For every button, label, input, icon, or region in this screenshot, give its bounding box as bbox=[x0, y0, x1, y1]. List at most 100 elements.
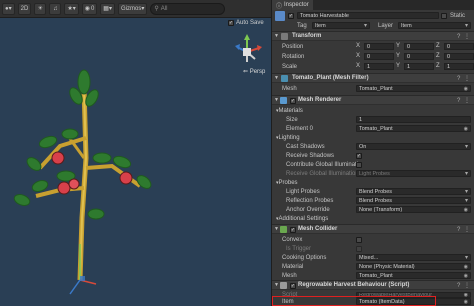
inspector-panel: ⓘ Inspector ✓ Tomato Harvestable Static T… bbox=[271, 0, 474, 306]
collapse-arrow-icon: ▼ bbox=[274, 226, 279, 232]
component-menu-icon[interactable]: ? ⋮ bbox=[457, 97, 471, 104]
mesh-filter-header[interactable]: ▼ Tomato_Plant (Mesh Filter) ? ⋮ bbox=[272, 73, 474, 83]
mesh-collider-header[interactable]: ▼ ✓ Mesh Collider ? ⋮ bbox=[272, 224, 474, 234]
audio-toggle[interactable]: ♫ bbox=[49, 2, 62, 15]
object-name-field[interactable]: Tomato Harvestable bbox=[297, 12, 439, 19]
light-probes-row: Light Probes Blend Probes bbox=[272, 187, 474, 196]
lighting-toggle[interactable]: ☀ bbox=[34, 2, 47, 15]
materials-size-field[interactable]: 1 bbox=[356, 116, 471, 123]
receive-shadows-checkbox[interactable]: ✓ bbox=[356, 152, 362, 159]
component-menu-icon[interactable]: ? ⋮ bbox=[457, 75, 471, 82]
audio-icon: ♫ bbox=[53, 5, 58, 12]
cooking-options-dropdown[interactable]: Mixed... bbox=[356, 254, 471, 261]
collapse-arrow-icon: ▼ bbox=[274, 282, 279, 288]
collider-material-row: Material None (Physic Material) bbox=[272, 262, 474, 271]
collapse-arrow-icon: ▼ bbox=[274, 75, 279, 81]
hidden-objects-toggle[interactable]: ◉ 0 bbox=[81, 2, 98, 15]
collider-mesh-field[interactable]: Tomato_Plant bbox=[356, 272, 471, 279]
collider-mesh-row: Mesh Tomato_Plant bbox=[272, 271, 474, 280]
transform-header[interactable]: ▼ Transform ? ⋮ bbox=[272, 31, 474, 41]
is-trigger-row: Is Trigger bbox=[272, 244, 474, 253]
tag-dropdown[interactable]: Item bbox=[312, 22, 370, 29]
cooking-options-row: Cooking Options Mixed... bbox=[272, 253, 474, 262]
collapse-arrow-icon: ▼ bbox=[274, 33, 279, 39]
mesh-collider-enabled-checkbox[interactable]: ✓ bbox=[290, 227, 296, 233]
contribute-gi-row: Contribute Global Illuminatio bbox=[286, 161, 362, 168]
inspector-tab-bar: ⓘ Inspector bbox=[272, 0, 474, 10]
sphere-icon: ●▾ bbox=[5, 6, 12, 12]
materials-size-row: Size 1 bbox=[272, 115, 474, 124]
materials-section[interactable]: Materials bbox=[272, 106, 474, 115]
convex-row: Convex bbox=[272, 235, 474, 244]
static-checkbox[interactable] bbox=[441, 13, 447, 19]
scene-search-input[interactable]: ⚲ All bbox=[150, 2, 226, 15]
transform-icon bbox=[281, 32, 288, 40]
mesh-renderer-icon bbox=[280, 96, 287, 104]
additional-settings-section[interactable]: Additional Settings bbox=[272, 214, 474, 223]
scale-row: Scale X1 Y1 Z1 bbox=[272, 62, 474, 71]
light-icon: ☀ bbox=[37, 6, 43, 12]
eye-icon: ◉ bbox=[84, 6, 90, 12]
probes-section[interactable]: Probes bbox=[272, 178, 474, 187]
rotation-z-field[interactable]: 0 bbox=[444, 53, 474, 60]
mesh-collider-icon bbox=[280, 225, 287, 233]
rotation-x-field[interactable]: 0 bbox=[364, 53, 394, 60]
element-0-row: Element 0 Tomato_Plant bbox=[272, 124, 474, 133]
position-y-field[interactable]: 0 bbox=[404, 43, 434, 50]
contribute-gi-checkbox[interactable] bbox=[356, 161, 362, 168]
scale-x-field[interactable]: 1 bbox=[364, 63, 394, 70]
grid-toggle[interactable]: ▦▾ bbox=[100, 2, 115, 15]
lighting-section[interactable]: Lighting bbox=[272, 133, 474, 142]
shading-mode-button[interactable]: ●▾ bbox=[2, 2, 15, 15]
item-highlight-box bbox=[272, 296, 436, 306]
anchor-override-row: Anchor Override None (Transform) bbox=[272, 205, 474, 214]
position-x-field[interactable]: 0 bbox=[364, 43, 394, 50]
object-active-checkbox[interactable]: ✓ bbox=[288, 13, 294, 19]
scene-view[interactable]: ●▾ 2D ☀ ♫ ★▾ ◉ 0 ▦▾ Gizmos ▾ ⚲ All ✓ Auto S… bbox=[0, 0, 271, 306]
info-icon: ⓘ bbox=[276, 3, 283, 10]
mesh-renderer-header[interactable]: ▼ ✓ Mesh Renderer ? ⋮ bbox=[272, 95, 474, 105]
mesh-filter-mesh-field[interactable]: Tomato_Plant bbox=[356, 85, 471, 92]
element-0-field[interactable]: Tomato_Plant bbox=[356, 125, 471, 132]
effects-icon: ★▾ bbox=[67, 6, 76, 12]
effects-toggle[interactable]: ★▾ bbox=[64, 2, 79, 15]
receive-gi-row: Receive Global Illumination Light Probes bbox=[272, 169, 474, 178]
tomato-plant-model[interactable] bbox=[0, 18, 271, 306]
scale-y-field[interactable]: 1 bbox=[404, 63, 434, 70]
convex-checkbox[interactable] bbox=[356, 236, 362, 243]
receive-gi-dropdown: Light Probes bbox=[356, 170, 471, 177]
component-menu-icon[interactable]: ? ⋮ bbox=[457, 226, 471, 233]
mode-2d-button[interactable]: 2D bbox=[17, 2, 32, 15]
mesh-filter-mesh-row: Mesh Tomato_Plant bbox=[272, 84, 474, 93]
reflection-probes-dropdown[interactable]: Blend Probes bbox=[356, 197, 471, 204]
cast-shadows-dropdown[interactable]: On bbox=[356, 143, 471, 150]
component-menu-icon[interactable]: ? ⋮ bbox=[457, 282, 471, 289]
rotation-y-field[interactable]: 0 bbox=[404, 53, 434, 60]
search-icon: ⚲ bbox=[154, 6, 159, 12]
script-enabled-checkbox[interactable]: ✓ bbox=[290, 283, 296, 289]
light-probes-dropdown[interactable]: Blend Probes bbox=[356, 188, 471, 195]
is-trigger-checkbox bbox=[356, 245, 362, 252]
anchor-override-field[interactable]: None (Transform) bbox=[356, 206, 471, 213]
scene-toolbar: ●▾ 2D ☀ ♫ ★▾ ◉ 0 ▦▾ Gizmos ▾ ⚲ All bbox=[0, 0, 271, 18]
collider-material-field[interactable]: None (Physic Material) bbox=[356, 263, 471, 270]
cast-shadows-row: Cast Shadows On bbox=[272, 142, 474, 151]
layer-dropdown[interactable]: Item bbox=[398, 22, 471, 29]
reflection-probes-row: Reflection Probes Blend Probes bbox=[272, 196, 474, 205]
position-z-field[interactable]: 0 bbox=[444, 43, 474, 50]
script-icon bbox=[280, 281, 287, 289]
receive-shadows-row: Receive Shadows ✓ bbox=[286, 152, 362, 159]
tag-layer-row: Tag Item Layer Item bbox=[272, 21, 474, 30]
mesh-renderer-enabled-checkbox[interactable]: ✓ bbox=[290, 98, 296, 104]
object-header: ✓ Tomato Harvestable Static bbox=[272, 11, 474, 21]
collapse-arrow-icon: ▼ bbox=[274, 97, 279, 103]
tab-inspector[interactable]: ⓘ Inspector bbox=[272, 0, 313, 10]
mesh-filter-icon bbox=[281, 74, 288, 82]
scale-z-field[interactable]: 1 bbox=[444, 63, 474, 70]
cube-icon bbox=[275, 11, 285, 21]
grid-icon: ▦▾ bbox=[103, 6, 112, 12]
position-row: Position X0 Y0 Z0 bbox=[272, 42, 474, 51]
regrowable-harvest-header[interactable]: ▼ ✓ Regrowable Harvest Behaviour (Script… bbox=[272, 280, 474, 290]
component-menu-icon[interactable]: ? ⋮ bbox=[457, 33, 471, 40]
gizmos-dropdown[interactable]: Gizmos ▾ bbox=[117, 2, 148, 15]
